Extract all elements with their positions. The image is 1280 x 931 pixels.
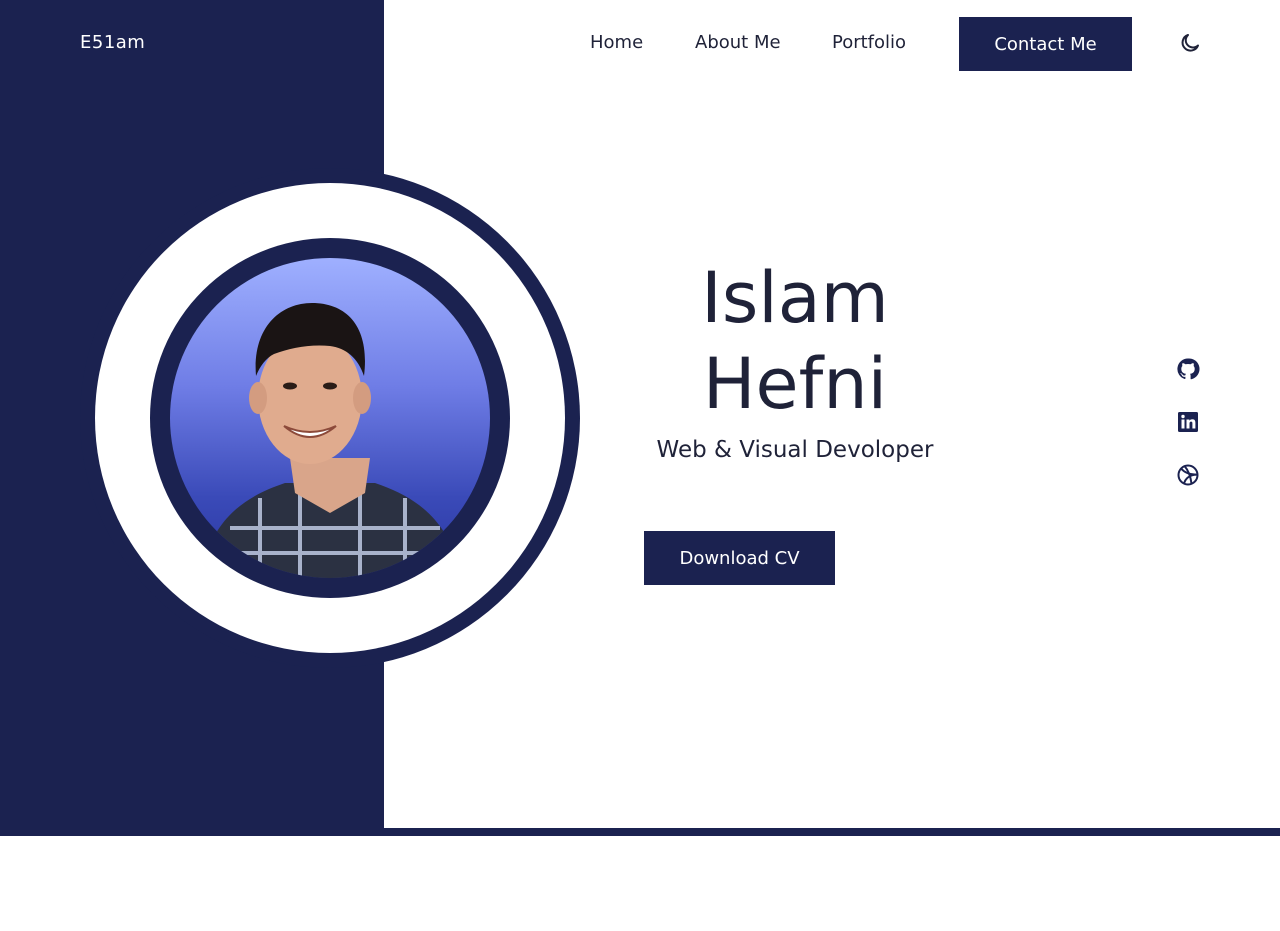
hero-name: Islam Hefni — [660, 255, 930, 427]
site-logo[interactable]: E51am — [80, 32, 145, 53]
moon-icon[interactable] — [1178, 31, 1202, 55]
github-icon[interactable] — [1176, 357, 1200, 381]
dribbble-icon[interactable] — [1176, 463, 1200, 487]
nav-portfolio[interactable]: Portfolio — [832, 32, 906, 53]
nav-about-me[interactable]: About Me — [695, 32, 781, 53]
nav-home[interactable]: Home — [590, 32, 643, 53]
contact-me-button[interactable]: Contact Me — [959, 17, 1132, 71]
hero-first-name: Islam — [701, 257, 889, 339]
linkedin-icon[interactable] — [1176, 410, 1200, 434]
download-cv-button[interactable]: Download CV — [644, 531, 835, 585]
hero-subtitle: Web & Visual Devoloper — [656, 437, 934, 463]
bottom-divider — [384, 828, 1280, 836]
profile-photo — [170, 258, 490, 578]
hero-last-name: Hefni — [702, 343, 888, 425]
